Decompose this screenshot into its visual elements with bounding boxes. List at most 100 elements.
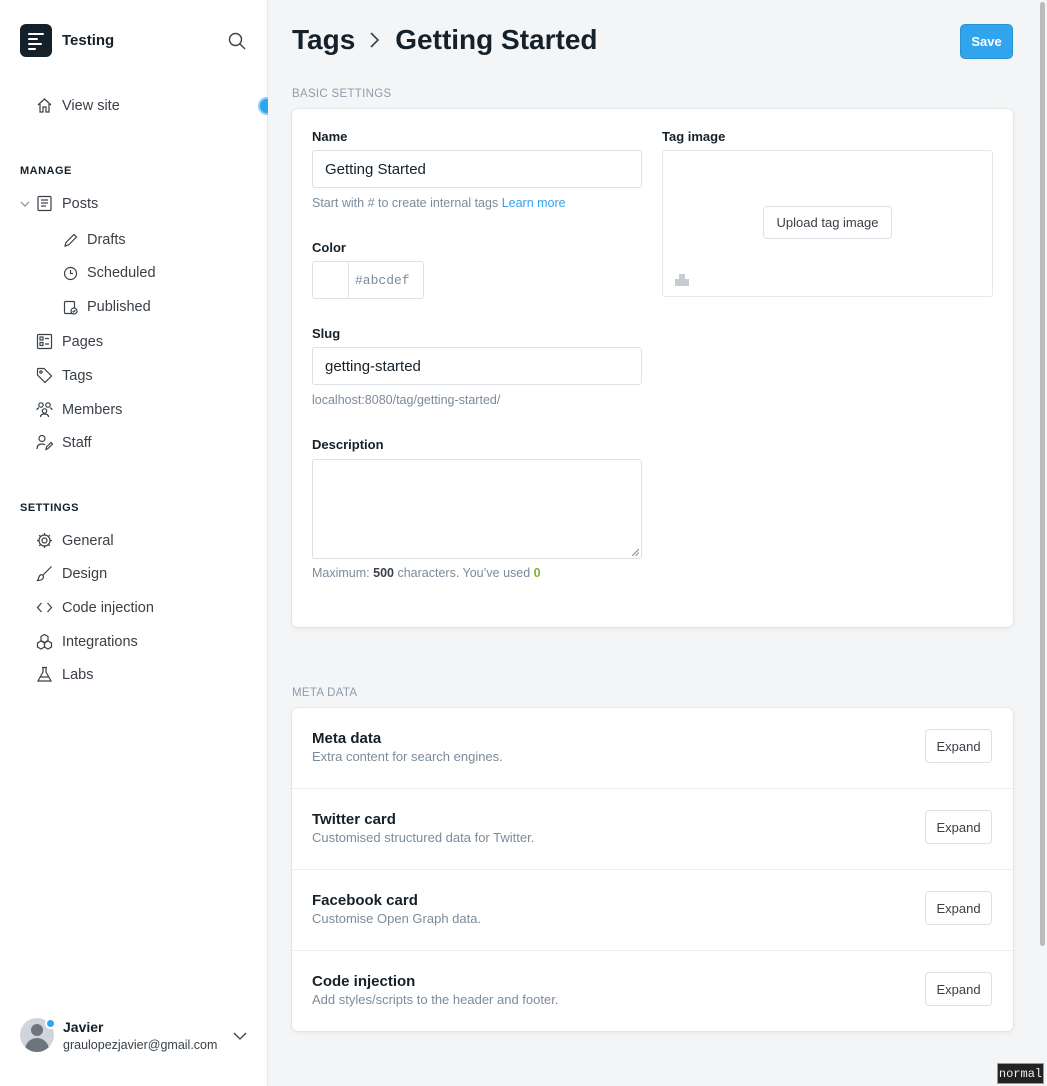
description-label: Description xyxy=(312,437,384,452)
sidebar: Testing View site MANAGE Posts Drafts Sc… xyxy=(0,0,276,1086)
view-site-label: View site xyxy=(62,97,120,114)
color-input[interactable]: #abcdef xyxy=(349,262,410,298)
mode-badge: normal xyxy=(997,1063,1044,1084)
meta-data-heading: META DATA xyxy=(292,687,358,699)
meta-row-twitter-card: Twitter card Customised structured data … xyxy=(292,788,1013,869)
name-hint: Start with # to create internal tags Lea… xyxy=(312,196,566,210)
gear-icon xyxy=(37,533,52,548)
sidebar-item-labs[interactable]: Labs xyxy=(36,666,93,683)
sidebar-item-code-injection[interactable]: Code injection xyxy=(36,599,154,616)
sidebar-item-pages[interactable]: Pages xyxy=(36,333,103,350)
user-name: Javier xyxy=(63,1018,104,1035)
chevron-down-icon[interactable] xyxy=(20,199,30,209)
tag-icon xyxy=(36,367,53,384)
sidebar-item-label: Scheduled xyxy=(87,265,156,281)
published-icon xyxy=(63,300,78,315)
description-hint: Maximum: 500 characters. You’ve used 0 xyxy=(312,566,541,580)
site-title: Testing xyxy=(62,32,115,49)
expand-facebook-card-button[interactable]: Expand xyxy=(925,891,992,925)
expand-meta-data-button[interactable]: Expand xyxy=(925,729,992,763)
tag-image-upload[interactable]: Upload tag image xyxy=(662,150,993,297)
tag-image-label: Tag image xyxy=(662,129,726,144)
sidebar-item-label: Integrations xyxy=(62,633,138,650)
sidebar-item-tags[interactable]: Tags xyxy=(36,367,93,384)
pencil-icon xyxy=(64,233,78,247)
meta-row-desc: Customised structured data for Twitter. xyxy=(312,830,535,845)
search-icon[interactable] xyxy=(228,32,246,50)
sidebar-item-label: Code injection xyxy=(62,599,154,616)
sidebar-item-posts[interactable]: Posts xyxy=(36,195,98,212)
description-textarea[interactable] xyxy=(312,459,642,559)
scrollbar-thumb[interactable] xyxy=(1040,2,1045,946)
color-field[interactable]: #abcdef xyxy=(312,261,424,299)
expand-twitter-card-button[interactable]: Expand xyxy=(925,810,992,844)
meta-row-facebook-card: Facebook card Customise Open Graph data.… xyxy=(292,869,1013,950)
posts-icon xyxy=(37,195,52,212)
sidebar-item-label: Members xyxy=(62,401,123,418)
sidebar-item-label: Published xyxy=(87,299,151,315)
meta-row-code-injection: Code injection Add styles/scripts to the… xyxy=(292,950,1013,1031)
meta-row-desc: Customise Open Graph data. xyxy=(312,911,482,926)
meta-row-title: Meta data xyxy=(312,730,382,747)
breadcrumb-parent[interactable]: Tags xyxy=(292,24,355,56)
save-button[interactable]: Save xyxy=(960,24,1013,59)
slug-url: localhost:8080/tag/getting-started/ xyxy=(312,393,501,407)
meta-row-title: Twitter card xyxy=(312,811,396,828)
meta-row-title: Facebook card xyxy=(312,892,418,909)
hint-middle: characters. You’ve used xyxy=(393,566,534,580)
meta-data-card: Meta data Extra content for search engin… xyxy=(292,708,1013,1031)
name-input[interactable]: Getting Started xyxy=(312,150,642,188)
sidebar-item-label: Pages xyxy=(62,333,104,350)
brush-icon xyxy=(36,566,52,582)
upload-tag-image-button[interactable]: Upload tag image xyxy=(763,206,892,239)
pages-icon xyxy=(36,333,53,350)
main-content: Tags Getting Started Save BASIC SETTINGS… xyxy=(268,0,1047,1086)
manage-heading: MANAGE xyxy=(20,165,72,177)
breadcrumb: Tags Getting Started xyxy=(292,24,598,56)
basic-settings-heading: BASIC SETTINGS xyxy=(292,88,392,100)
settings-heading: SETTINGS xyxy=(20,502,80,514)
sidebar-item-general[interactable]: General xyxy=(36,532,114,549)
view-site-link[interactable]: View site xyxy=(36,97,120,114)
sidebar-item-label: Tags xyxy=(62,367,93,384)
resize-handle-icon[interactable] xyxy=(632,549,639,556)
sidebar-item-published[interactable]: Published xyxy=(63,299,151,315)
flask-icon xyxy=(36,666,53,682)
integrations-icon xyxy=(36,633,53,650)
color-swatch[interactable] xyxy=(313,262,349,298)
used-count: 0 xyxy=(533,566,541,580)
basic-settings-card: Name Getting Started Start with # to cre… xyxy=(292,109,1013,627)
sidebar-item-label: Posts xyxy=(62,195,99,212)
meta-row-meta-data: Meta data Extra content for search engin… xyxy=(292,708,1013,789)
home-icon xyxy=(37,98,52,113)
sidebar-item-staff[interactable]: Staff xyxy=(36,434,92,451)
meta-row-desc: Extra content for search engines. xyxy=(312,749,503,764)
hint-prefix: Maximum: xyxy=(312,566,374,580)
user-email: graulopezjavier@gmail.com xyxy=(63,1037,218,1052)
image-placeholder-icon xyxy=(675,274,689,286)
site-logo-icon xyxy=(20,24,52,57)
sidebar-item-integrations[interactable]: Integrations xyxy=(36,633,138,650)
name-label: Name xyxy=(312,129,348,144)
sidebar-item-label: Drafts xyxy=(87,232,126,248)
expand-code-injection-button[interactable]: Expand xyxy=(925,972,992,1006)
color-label: Color xyxy=(312,240,346,255)
slug-input[interactable]: getting-started xyxy=(312,347,642,385)
meta-row-title: Code injection xyxy=(312,973,416,990)
chevron-down-icon[interactable] xyxy=(233,1031,247,1041)
sidebar-item-design[interactable]: Design xyxy=(36,565,107,582)
code-icon xyxy=(36,602,53,613)
sidebar-item-drafts[interactable]: Drafts xyxy=(63,232,126,248)
learn-more-link[interactable]: Learn more xyxy=(502,196,566,210)
avatar-status-dot xyxy=(45,1018,56,1029)
sidebar-item-members[interactable]: Members xyxy=(36,401,122,418)
sidebar-item-label: Labs xyxy=(62,666,94,683)
members-icon xyxy=(36,402,53,418)
max-count: 500 xyxy=(373,566,394,580)
brand[interactable]: Testing xyxy=(20,24,114,57)
sidebar-item-scheduled[interactable]: Scheduled xyxy=(63,265,156,281)
sidebar-item-label: Staff xyxy=(62,434,92,451)
clock-icon xyxy=(63,266,78,280)
page-title: Getting Started xyxy=(395,24,598,55)
name-hint-text: Start with # to create internal tags xyxy=(312,196,499,210)
